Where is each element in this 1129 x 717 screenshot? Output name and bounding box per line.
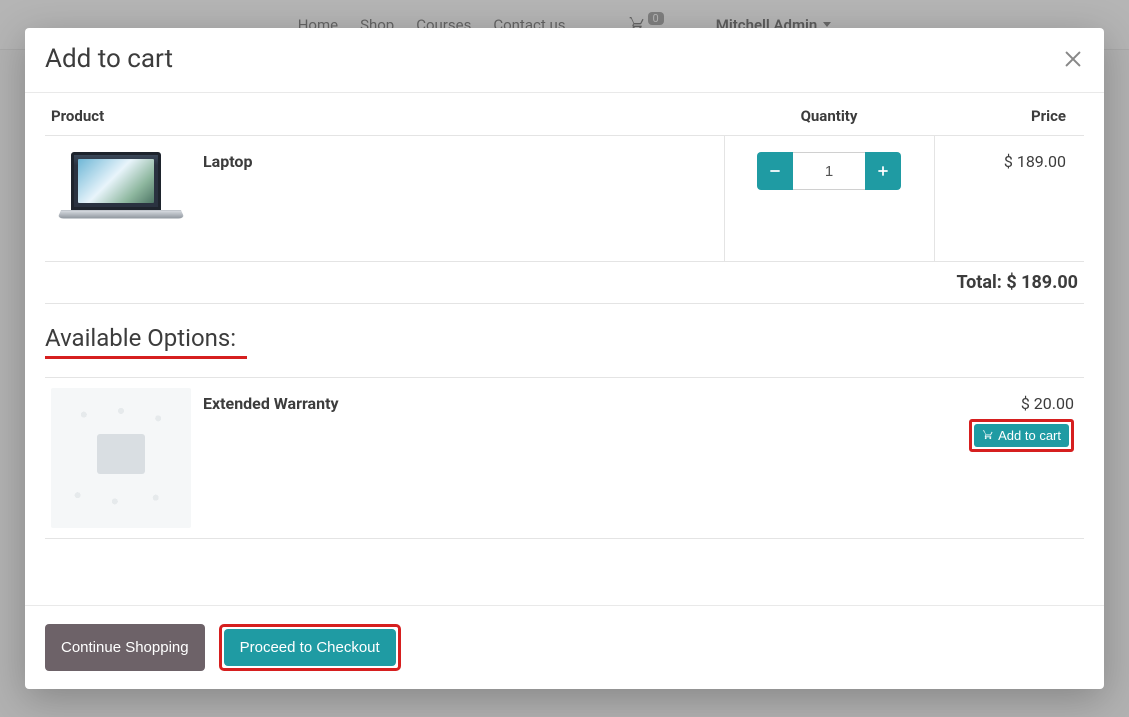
modal-body: Product Quantity Price Laptop	[25, 93, 1104, 605]
minus-icon	[768, 164, 782, 178]
col-quantity: Quantity	[724, 93, 934, 136]
product-price: $ 189.00	[934, 136, 1084, 262]
col-price: Price	[934, 93, 1084, 136]
modal-title: Add to cart	[45, 44, 173, 74]
product-name: Laptop	[197, 136, 724, 262]
option-price: $ 20.00	[930, 394, 1074, 413]
option-add-label: Add to cart	[998, 428, 1061, 443]
close-button[interactable]	[1062, 48, 1084, 70]
options-table: Extended Warranty $ 20.00 Add to cart	[45, 377, 1084, 539]
options-heading-underline	[45, 356, 247, 359]
cart-table: Product Quantity Price Laptop	[45, 93, 1084, 304]
highlight-box: Proceed to Checkout	[219, 624, 401, 671]
cart-row: Laptop $ 189.00	[45, 136, 1084, 262]
option-name: Extended Warranty	[197, 378, 924, 539]
modal-footer: Continue Shopping Proceed to Checkout	[25, 605, 1104, 689]
continue-shopping-button[interactable]: Continue Shopping	[45, 624, 205, 671]
total-value: $ 189.00	[1006, 272, 1078, 293]
col-product: Product	[45, 93, 724, 136]
close-icon	[1062, 48, 1084, 70]
qty-decrease-button[interactable]	[757, 152, 793, 190]
add-to-cart-modal: Add to cart Product Quantity Price	[25, 28, 1104, 689]
qty-increase-button[interactable]	[865, 152, 901, 190]
total-row: Total: $ 189.00	[45, 262, 1084, 304]
modal-header: Add to cart	[25, 28, 1104, 93]
options-heading: Available Options:	[45, 324, 1084, 352]
option-image-placeholder	[51, 388, 191, 528]
product-image	[51, 146, 191, 251]
quantity-stepper	[757, 152, 901, 190]
proceed-to-checkout-button[interactable]: Proceed to Checkout	[224, 629, 396, 666]
highlight-box: Add to cart	[969, 419, 1074, 452]
qty-input[interactable]	[793, 152, 865, 190]
plus-icon	[876, 164, 890, 178]
cart-icon	[982, 428, 994, 443]
option-row: Extended Warranty $ 20.00 Add to cart	[45, 378, 1084, 539]
total-label: Total:	[956, 272, 1001, 293]
option-add-to-cart-button[interactable]: Add to cart	[974, 424, 1069, 447]
